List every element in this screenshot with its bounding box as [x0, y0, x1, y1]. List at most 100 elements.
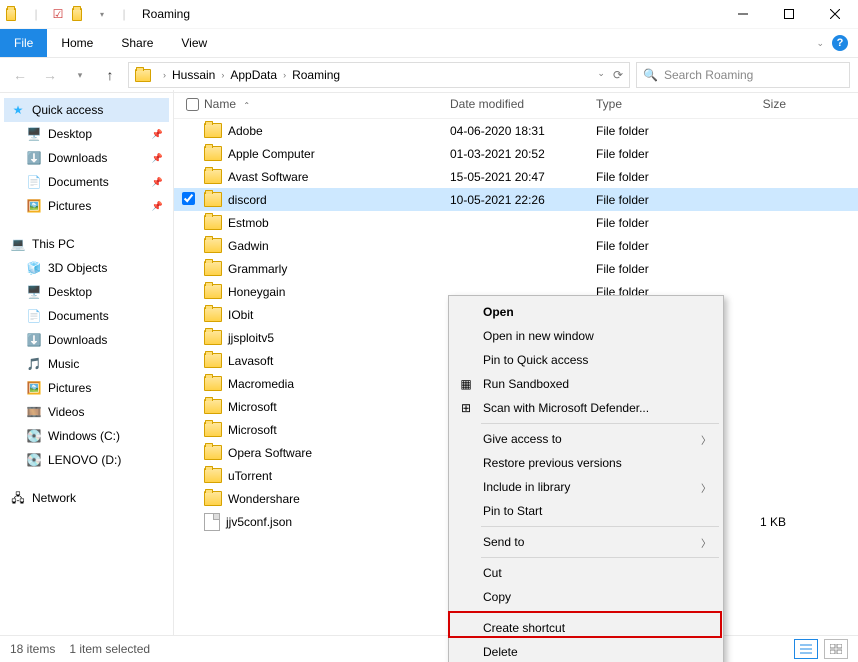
file-date: 15-05-2021 20:47: [450, 170, 596, 184]
properties-check-icon[interactable]: ☑: [50, 6, 66, 22]
nav-item[interactable]: ⬇️Downloads📌: [4, 146, 169, 170]
sort-asc-icon: ⌃: [243, 101, 250, 110]
select-all-checkbox[interactable]: [186, 98, 199, 111]
quick-access-root[interactable]: ★ Quick access: [4, 98, 169, 122]
menu-item-cut[interactable]: Cut: [451, 561, 721, 585]
pin-icon: 📌: [152, 124, 163, 144]
row-checkbox[interactable]: [182, 192, 195, 205]
folder-icon: [204, 192, 222, 207]
ribbon-collapse-icon[interactable]: ⌄: [816, 38, 824, 49]
file-row[interactable]: GrammarlyFile folder: [174, 257, 858, 280]
menu-item-run-sandboxed[interactable]: ▦Run Sandboxed: [451, 372, 721, 396]
folder-icon: [204, 399, 222, 414]
menu-item-send-to[interactable]: Send to〉: [451, 530, 721, 554]
up-button[interactable]: ↑: [98, 63, 122, 87]
file-explorer-window: | ☑ ▾ | Roaming File Home Share View ⌄ ?: [0, 0, 858, 662]
menu-item-delete[interactable]: Delete: [451, 640, 721, 662]
qat-dropdown[interactable]: ▾: [94, 6, 110, 22]
menu-item-include-in-library[interactable]: Include in library〉: [451, 475, 721, 499]
file-row[interactable]: discord10-05-2021 22:26File folder: [174, 188, 858, 211]
back-button[interactable]: ←: [8, 63, 32, 87]
nav-item[interactable]: 📄Documents📌: [4, 170, 169, 194]
maximize-button[interactable]: [766, 0, 812, 28]
breadcrumb-segment[interactable]: AppData: [230, 68, 277, 82]
file-name: Adobe: [228, 124, 263, 138]
folder-icon: [204, 238, 222, 253]
file-name: Macromedia: [228, 377, 294, 391]
nav-label: Downloads: [48, 330, 107, 350]
breadcrumb-segment[interactable]: Roaming: [292, 68, 340, 82]
menu-item-give-access-to[interactable]: Give access to〉: [451, 427, 721, 451]
breadcrumb-dropdown-icon[interactable]: ⌄: [597, 68, 605, 82]
folder-icon: [204, 307, 222, 322]
menu-item-restore-previous-versions[interactable]: Restore previous versions: [451, 451, 721, 475]
nav-item[interactable]: 🖥️Desktop📌: [4, 122, 169, 146]
file-name: Opera Software: [228, 446, 312, 460]
file-name: Lavasoft: [228, 354, 273, 368]
nav-item[interactable]: 💽Windows (C:): [4, 424, 169, 448]
close-button[interactable]: [812, 0, 858, 28]
network-root[interactable]: 🖧 Network: [4, 486, 169, 510]
menu-item-pin-to-quick-access[interactable]: Pin to Quick access: [451, 348, 721, 372]
thumbnails-view-button[interactable]: [824, 639, 848, 659]
this-pc-root[interactable]: 💻 This PC: [4, 232, 169, 256]
qat-separator: |: [116, 6, 132, 22]
search-input[interactable]: 🔍 Search Roaming: [636, 62, 850, 88]
nav-item[interactable]: 📄Documents: [4, 304, 169, 328]
menu-item-scan-with-microsoft-defender-[interactable]: ⊞Scan with Microsoft Defender...: [451, 396, 721, 420]
nav-item[interactable]: 🖼️Pictures📌: [4, 194, 169, 218]
breadcrumb[interactable]: › Hussain › AppData › Roaming ⌄ ⟳: [128, 62, 630, 88]
menu-icon: ⊞: [457, 399, 475, 417]
column-name[interactable]: Name ⌃: [204, 97, 450, 111]
view-tab[interactable]: View: [167, 29, 221, 57]
file-date: 01-03-2021 20:52: [450, 147, 596, 161]
file-name: Gadwin: [228, 239, 269, 253]
file-tab[interactable]: File: [0, 29, 47, 57]
file-row[interactable]: Apple Computer01-03-2021 20:52File folde…: [174, 142, 858, 165]
nav-item[interactable]: ⬇️Downloads: [4, 328, 169, 352]
nav-item[interactable]: 🎞️Videos: [4, 400, 169, 424]
file-row[interactable]: Avast Software15-05-2021 20:47File folde…: [174, 165, 858, 188]
column-date[interactable]: Date modified: [450, 97, 596, 111]
nav-label: Desktop: [48, 124, 92, 144]
submenu-arrow-icon: 〉: [701, 535, 711, 550]
nav-item[interactable]: 🖼️Pictures: [4, 376, 169, 400]
menu-item-open-in-new-window[interactable]: Open in new window: [451, 324, 721, 348]
chevron-right-icon[interactable]: ›: [163, 70, 166, 80]
nav-item[interactable]: 🧊3D Objects: [4, 256, 169, 280]
menu-item-copy[interactable]: Copy: [451, 585, 721, 609]
navigation-pane: ★ Quick access 🖥️Desktop📌⬇️Downloads📌📄Do…: [0, 90, 174, 636]
forward-button[interactable]: →: [38, 63, 62, 87]
pc-icon: 💻: [10, 236, 26, 252]
nav-item[interactable]: 🎵Music: [4, 352, 169, 376]
nav-item[interactable]: 💽LENOVO (D:): [4, 448, 169, 472]
file-row[interactable]: GadwinFile folder: [174, 234, 858, 257]
folder-icon: [204, 330, 222, 345]
nav-icon: 💽: [26, 428, 42, 444]
file-row[interactable]: EstmobFile folder: [174, 211, 858, 234]
share-tab[interactable]: Share: [107, 29, 167, 57]
nav-item[interactable]: 🖥️Desktop: [4, 280, 169, 304]
chevron-right-icon[interactable]: ›: [221, 70, 224, 80]
refresh-icon[interactable]: ⟳: [613, 68, 623, 82]
file-row[interactable]: Adobe04-06-2020 18:31File folder: [174, 119, 858, 142]
file-name: Wondershare: [228, 492, 300, 506]
file-name: uTorrent: [228, 469, 272, 483]
column-size[interactable]: Size: [726, 97, 786, 111]
folder-icon: [204, 215, 222, 230]
minimize-button[interactable]: [720, 0, 766, 28]
details-view-button[interactable]: [794, 639, 818, 659]
history-dropdown[interactable]: ▾: [68, 63, 92, 87]
nav-icon: 🎞️: [26, 404, 42, 420]
menu-item-open[interactable]: Open: [451, 300, 721, 324]
menu-item-pin-to-start[interactable]: Pin to Start: [451, 499, 721, 523]
file-date: 04-06-2020 18:31: [450, 124, 596, 138]
breadcrumb-segment[interactable]: Hussain: [172, 68, 215, 82]
chevron-right-icon[interactable]: ›: [283, 70, 286, 80]
quick-access-label: Quick access: [32, 100, 103, 120]
home-tab[interactable]: Home: [47, 29, 107, 57]
help-icon[interactable]: ?: [832, 35, 848, 51]
network-icon: 🖧: [10, 490, 26, 506]
column-type[interactable]: Type: [596, 97, 726, 111]
menu-item-create-shortcut[interactable]: Create shortcut: [451, 616, 721, 640]
